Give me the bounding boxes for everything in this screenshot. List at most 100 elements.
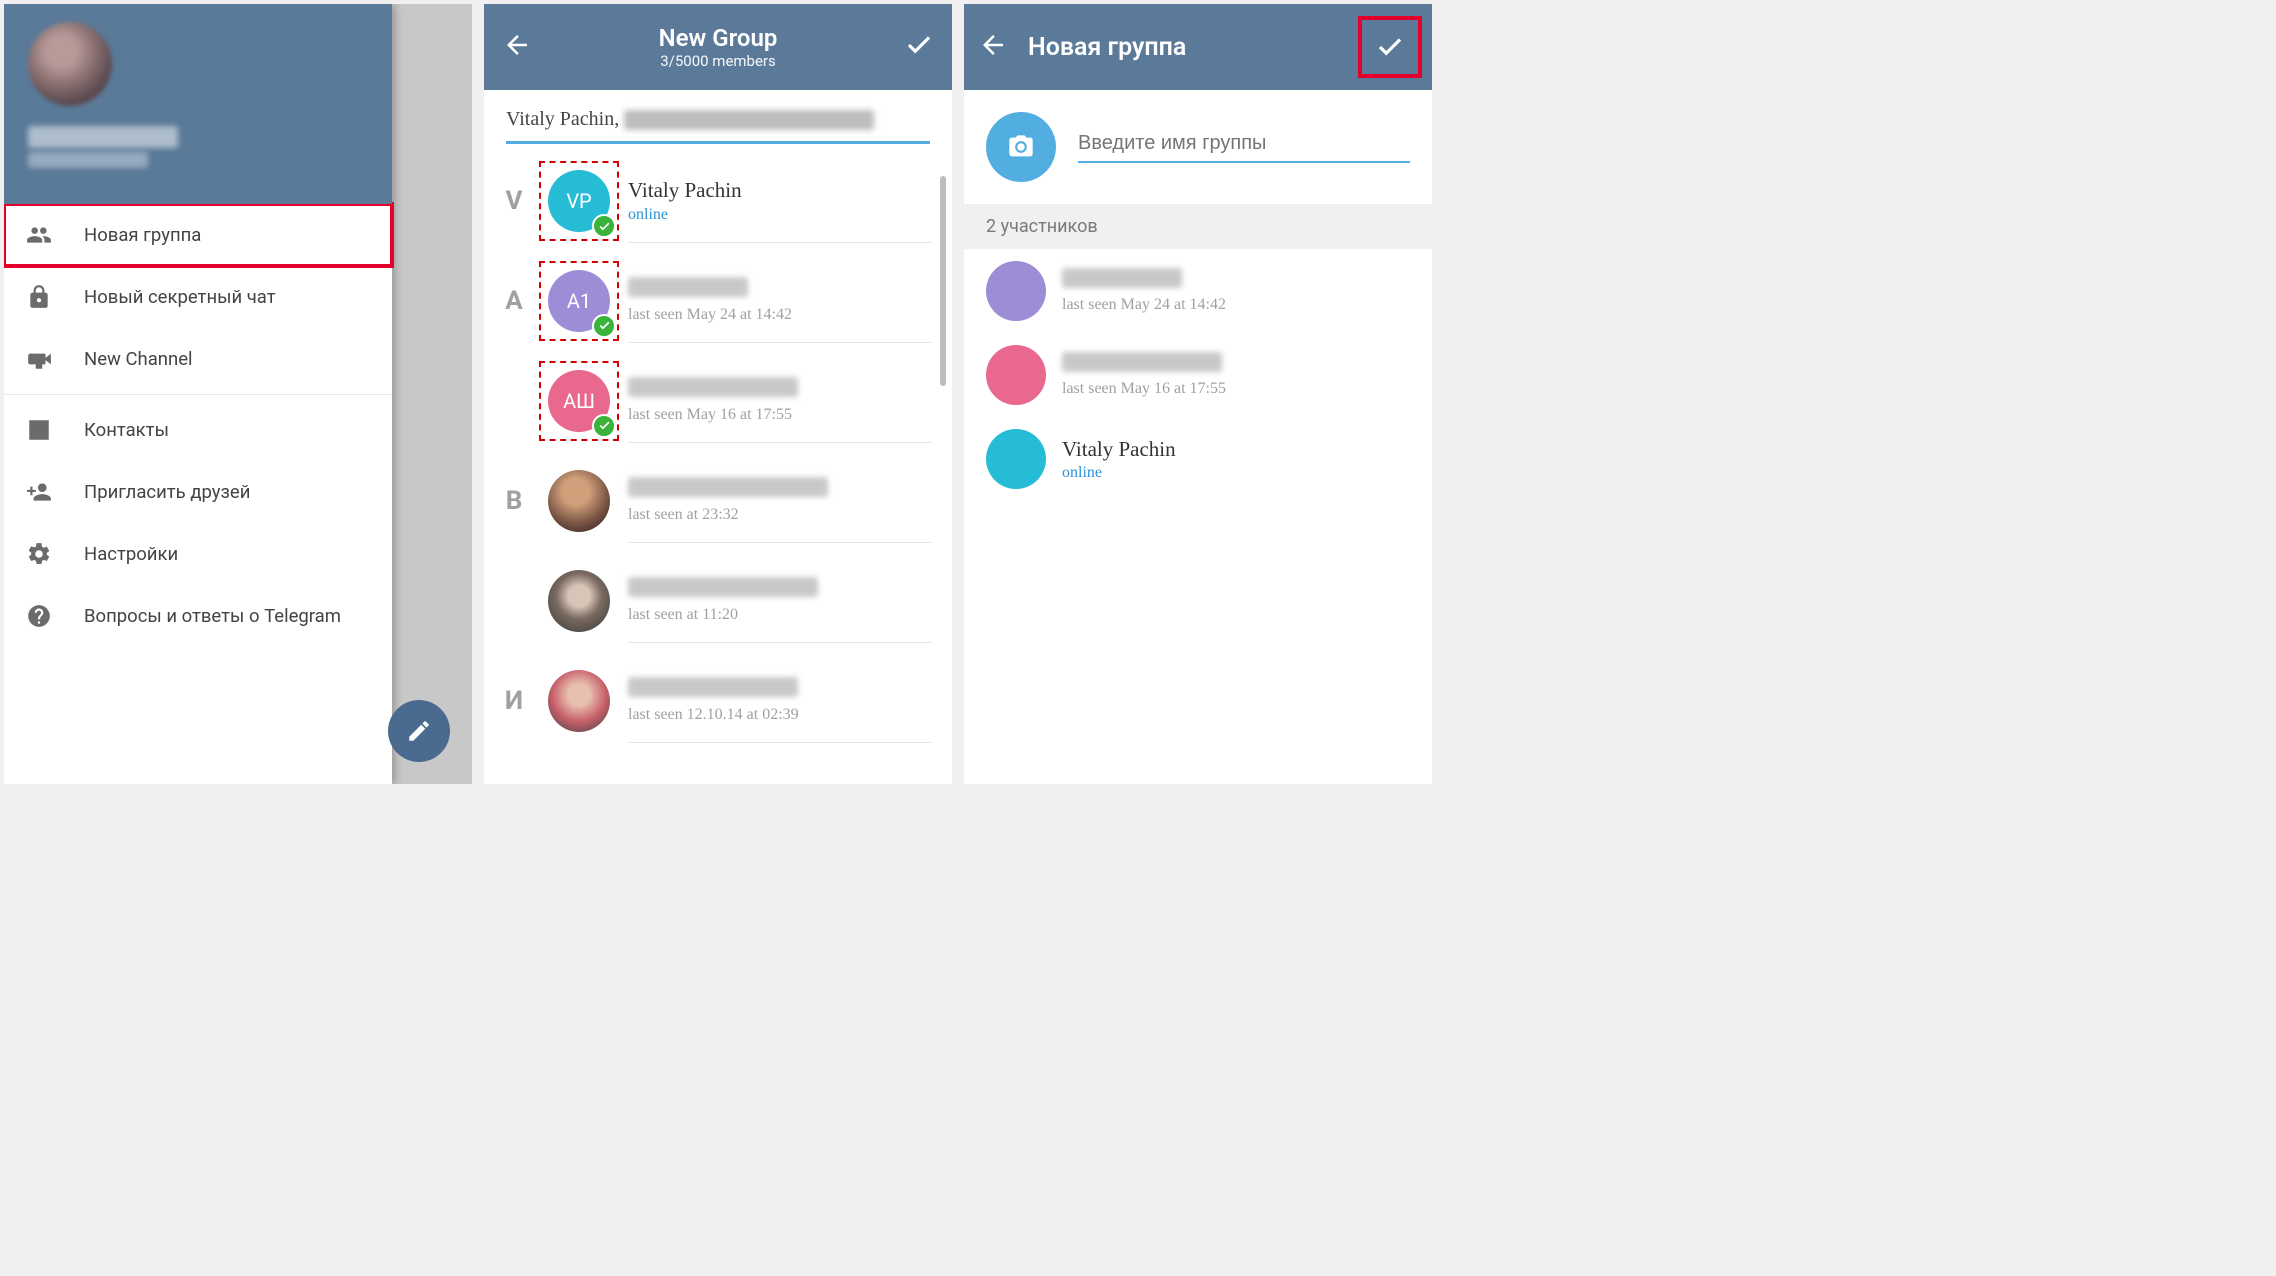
menu-label: Новый секретный чат (84, 286, 276, 308)
back-button[interactable] (978, 30, 1008, 64)
screen-new-group-select: New Group 3/5000 members Vitaly Pachin, … (484, 4, 952, 784)
menu-label: Настройки (84, 543, 178, 565)
member-info: last seen May 16 at 17:55 (1062, 352, 1410, 398)
contacts-list[interactable]: VVP Vitaly Pachin online AА1 last seen May 2… (484, 152, 952, 751)
contact-status: last seen at 11:20 (628, 606, 932, 624)
contact-row[interactable]: Вlast seen at 23:32 (484, 451, 952, 551)
header-subtitle: 3/5000 members (660, 52, 776, 70)
contact-avatar-wrap[interactable]: VP (544, 166, 614, 236)
contact-name (628, 477, 932, 503)
member-info: Vitaly Pachin online (1062, 437, 1410, 482)
menu-contacts[interactable]: Контакты (4, 399, 392, 461)
profile-avatar[interactable] (28, 22, 112, 106)
menu-invite-friends[interactable]: Пригласить друзей (4, 461, 392, 523)
help-icon (26, 603, 52, 629)
member-info: last seen May 24 at 14:42 (1062, 268, 1410, 314)
contact-avatar-wrap[interactable] (544, 466, 614, 536)
contact-avatar (548, 470, 610, 532)
member-avatar (986, 261, 1046, 321)
menu-label: Контакты (84, 419, 169, 441)
contact-row[interactable]: AА1 last seen May 24 at 14:42 (484, 251, 952, 351)
arrow-back-icon (978, 30, 1008, 60)
selected-check-icon (592, 414, 616, 438)
contact-avatar-wrap[interactable] (544, 566, 614, 636)
contact-row[interactable]: АШ last seen May 16 at 17:55 (484, 351, 952, 451)
contact-info: last seen at 23:32 (628, 459, 932, 543)
confirm-button[interactable] (904, 30, 934, 64)
menu-new-group[interactable]: Новая группа (4, 204, 392, 266)
menu-label: New Channel (84, 348, 193, 370)
lock-icon (26, 284, 52, 310)
menu-new-channel[interactable]: New Channel (4, 328, 392, 390)
contact-status: last seen May 16 at 17:55 (628, 406, 932, 424)
menu-secret-chat[interactable]: Новый секретный чат (4, 266, 392, 328)
member-name: Vitaly Pachin (1062, 437, 1410, 462)
check-icon (1375, 32, 1405, 62)
contact-row[interactable]: Иlast seen 12.10.14 at 02:39 (484, 651, 952, 751)
contact-row[interactable]: last seen at 11:20 (484, 551, 952, 651)
divider (4, 394, 392, 395)
camera-icon (1007, 133, 1035, 161)
contact-info: last seen May 24 at 14:42 (628, 259, 932, 343)
member-avatar (986, 429, 1046, 489)
confirm-button[interactable] (1362, 20, 1418, 74)
contact-name: Vitaly Pachin (628, 178, 932, 203)
selected-members-input[interactable]: Vitaly Pachin, (484, 90, 952, 141)
group-name-input-wrap (1078, 132, 1410, 163)
arrow-back-icon (502, 30, 532, 60)
contact-name (628, 577, 932, 603)
contact-status: last seen May 24 at 14:42 (628, 306, 932, 324)
group-name-input[interactable] (1078, 132, 1410, 155)
drawer-header (4, 4, 392, 204)
header: Новая группа (964, 4, 1432, 90)
menu-settings[interactable]: Настройки (4, 523, 392, 585)
group-photo-button[interactable] (986, 112, 1056, 182)
menu-label: Пригласить друзей (84, 481, 250, 503)
contact-name (628, 677, 932, 703)
contact-info: last seen at 11:20 (628, 559, 932, 643)
scrollbar[interactable] (940, 176, 946, 386)
selected-name-text: Vitaly Pachin, (506, 108, 624, 130)
contact-status: last seen 12.10.14 at 02:39 (628, 706, 932, 724)
menu-label: Вопросы и ответы о Telegram (84, 605, 341, 627)
section-letter: A (484, 286, 544, 316)
member-avatar (986, 345, 1046, 405)
contact-icon (26, 417, 52, 443)
back-button[interactable] (502, 30, 532, 64)
screen-drawer-menu: 05 окт. 5 сент. Новая группа Новый секре… (4, 4, 472, 784)
menu-faq[interactable]: Вопросы и ответы о Telegram (4, 585, 392, 647)
members-list: last seen May 24 at 14:42 last seen May 1… (964, 249, 1432, 501)
selected-check-icon (592, 314, 616, 338)
member-name (1062, 268, 1410, 294)
pencil-icon (406, 718, 432, 744)
contact-avatar-wrap[interactable]: АШ (544, 366, 614, 436)
contact-status: online (628, 206, 932, 224)
header: New Group 3/5000 members (484, 4, 952, 90)
header-title: Новая группа (1028, 33, 1342, 62)
member-row[interactable]: last seen May 16 at 17:55 (964, 333, 1432, 417)
group-name-row (964, 90, 1432, 204)
member-row[interactable]: Vitaly Pachin online (964, 417, 1432, 501)
member-row[interactable]: last seen May 24 at 14:42 (964, 249, 1432, 333)
members-count: 2 участников (964, 204, 1432, 249)
contact-name (628, 377, 932, 403)
person-add-icon (26, 479, 52, 505)
contact-avatar-wrap[interactable] (544, 666, 614, 736)
section-letter: В (484, 486, 544, 516)
profile-name-blurred (28, 126, 178, 148)
contact-row[interactable]: VVP Vitaly Pachin online (484, 152, 952, 251)
member-status: last seen May 24 at 14:42 (1062, 296, 1410, 314)
member-status: online (1062, 464, 1410, 482)
compose-fab[interactable] (388, 700, 450, 762)
member-name (1062, 352, 1410, 378)
input-underline (506, 141, 930, 144)
screen-new-group-name: Новая группа 2 участников last seen May … (964, 4, 1432, 784)
menu-label: Новая группа (84, 224, 201, 246)
contact-avatar-wrap[interactable]: А1 (544, 266, 614, 336)
header-titles: New Group 3/5000 members (548, 24, 888, 70)
check-icon (904, 30, 934, 60)
contact-info: last seen May 16 at 17:55 (628, 359, 932, 443)
contact-info: last seen 12.10.14 at 02:39 (628, 659, 932, 743)
section-letter: V (484, 186, 544, 216)
contact-info: Vitaly Pachin online (628, 160, 932, 243)
